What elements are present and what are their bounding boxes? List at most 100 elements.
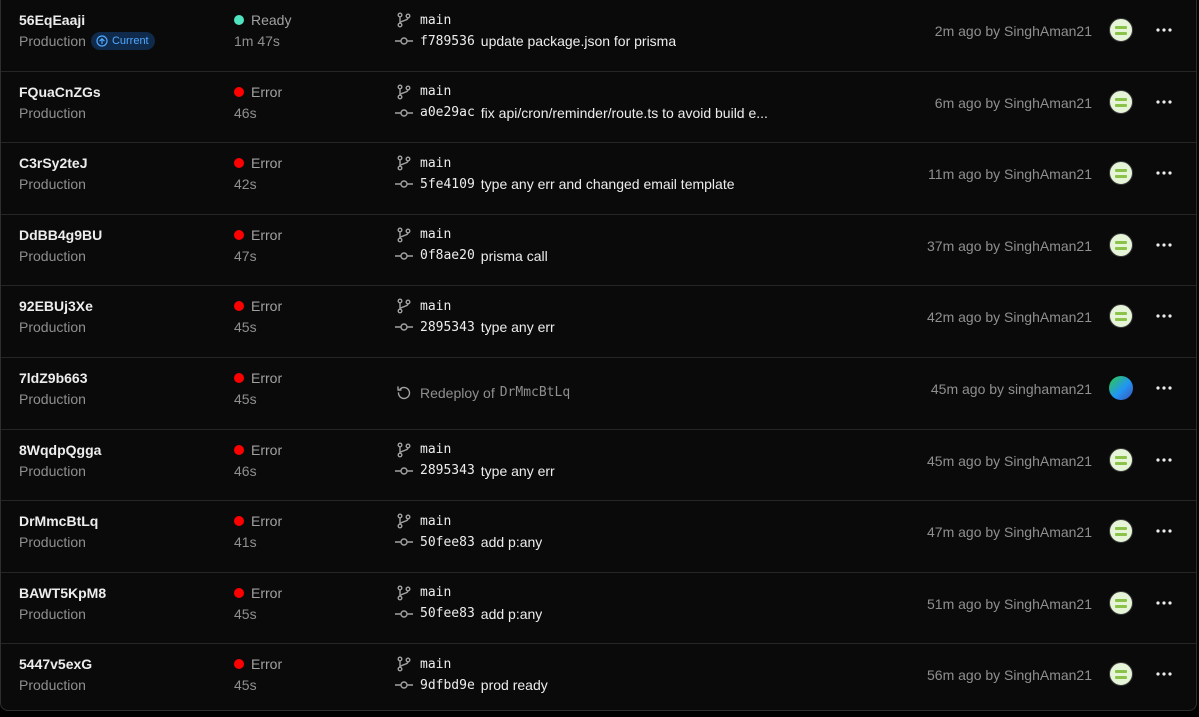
deployment-id[interactable]: DrMmcBtLq — [19, 513, 98, 529]
avatar[interactable] — [1109, 232, 1133, 257]
source-cell: main 50fee83 add p:any — [395, 585, 542, 623]
commit-message[interactable]: prisma call — [481, 248, 548, 264]
deployment-id[interactable]: BAWT5KpM8 — [19, 585, 106, 601]
deployment-row[interactable]: C3rSy2teJ Production Error 42s main 5fe4… — [1, 143, 1196, 215]
status-dot-icon — [234, 659, 244, 670]
deployment-id-cell: 92EBUj3Xe Production — [19, 298, 93, 336]
branch-name[interactable]: main — [420, 13, 451, 28]
branch-line: main — [395, 513, 542, 529]
deployment-row[interactable]: 8WqdpQgga Production Error 46s main 2895… — [1, 430, 1196, 502]
environment-label: Production — [19, 319, 86, 336]
commit-message[interactable]: update package.json for prisma — [481, 33, 676, 49]
created-by-label: 45m ago by SinghAman21 — [927, 452, 1092, 469]
commit-message[interactable]: add p:any — [481, 606, 543, 622]
status-dot-icon — [234, 301, 244, 312]
commit-message[interactable]: fix api/cron/reminder/route.ts to avoid … — [481, 105, 768, 121]
deployment-row[interactable]: 56EqEaaji Production Current Ready 1m 47… — [1, 0, 1196, 72]
commit-sha[interactable]: 50fee83 — [420, 535, 475, 550]
commit-message[interactable]: prod ready — [481, 677, 548, 693]
more-actions-button[interactable] — [1151, 233, 1177, 257]
more-actions-button[interactable] — [1151, 161, 1177, 185]
build-duration: 41s — [234, 534, 257, 551]
more-horizontal-icon — [1156, 672, 1172, 676]
commit-line: 5fe4109 type any err and changed email t… — [395, 175, 735, 193]
commit-sha[interactable]: f789536 — [420, 34, 475, 49]
deployment-row[interactable]: FQuaCnZGs Production Error 46s main a0e2… — [1, 72, 1196, 144]
more-actions-button[interactable] — [1151, 448, 1177, 472]
source-cell: main 0f8ae20 prisma call — [395, 227, 548, 265]
more-actions-button[interactable] — [1151, 519, 1177, 543]
git-branch-icon — [395, 585, 413, 601]
deployment-id[interactable]: 5447v5exG — [19, 656, 92, 672]
deployment-id[interactable]: C3rSy2teJ — [19, 155, 88, 171]
build-duration: 46s — [234, 104, 257, 121]
deployment-id[interactable]: 8WqdpQgga — [19, 442, 101, 458]
commit-line: 50fee83 add p:any — [395, 533, 542, 551]
environment-line: Production — [19, 175, 88, 193]
deployment-id[interactable]: 56EqEaaji — [19, 12, 155, 28]
avatar[interactable] — [1109, 375, 1133, 400]
status-line: Error — [234, 298, 282, 314]
avatar[interactable] — [1109, 662, 1133, 687]
commit-message[interactable]: type any err — [481, 319, 555, 335]
status-label: Ready — [251, 12, 292, 28]
commit-sha[interactable]: 0f8ae20 — [420, 248, 475, 263]
branch-name[interactable]: main — [420, 299, 451, 314]
deployment-id[interactable]: 92EBUj3Xe — [19, 298, 93, 314]
avatar[interactable] — [1109, 18, 1133, 42]
deployment-id-cell: 56EqEaaji Production Current — [19, 12, 155, 50]
avatar[interactable] — [1109, 519, 1133, 544]
deployment-row[interactable]: 7ldZ9b663 Production Error 45s Redeploy … — [1, 358, 1196, 430]
source-cell: main 5fe4109 type any err and changed em… — [395, 155, 735, 193]
avatar[interactable] — [1109, 161, 1133, 186]
commit-sha[interactable]: 5fe4109 — [420, 177, 475, 192]
branch-name[interactable]: main — [420, 156, 451, 171]
deployment-id-cell: BAWT5KpM8 Production — [19, 585, 106, 623]
created-by-label: 51m ago by SinghAman21 — [927, 595, 1092, 612]
avatar[interactable] — [1109, 447, 1133, 472]
avatar[interactable] — [1109, 590, 1133, 615]
environment-line: Production — [19, 247, 102, 265]
commit-message[interactable]: add p:any — [481, 534, 543, 550]
deployment-row[interactable]: DdBB4g9BU Production Error 47s main 0f8a… — [1, 215, 1196, 287]
deployment-id[interactable]: 7ldZ9b663 — [19, 370, 87, 386]
more-actions-button[interactable] — [1151, 90, 1177, 114]
more-horizontal-icon — [1156, 386, 1172, 390]
build-duration: 45s — [234, 319, 257, 336]
branch-name[interactable]: main — [420, 585, 451, 600]
branch-name[interactable]: main — [420, 227, 451, 242]
commit-sha[interactable]: 9dfbd9e — [420, 678, 475, 693]
commit-sha[interactable]: 2895343 — [420, 463, 475, 478]
avatar[interactable] — [1109, 89, 1133, 114]
git-branch-icon — [395, 155, 413, 171]
branch-name[interactable]: main — [420, 84, 451, 99]
more-actions-button[interactable] — [1151, 304, 1177, 328]
deployment-row[interactable]: DrMmcBtLq Production Error 41s main 50fe… — [1, 501, 1196, 573]
commit-sha[interactable]: a0e29ac — [420, 105, 475, 120]
commit-message[interactable]: type any err — [481, 463, 555, 479]
status-dot-icon — [234, 444, 244, 455]
deployment-id[interactable]: DdBB4g9BU — [19, 227, 102, 243]
more-actions-button[interactable] — [1151, 591, 1177, 615]
commit-line: a0e29ac fix api/cron/reminder/route.ts t… — [395, 104, 768, 122]
more-actions-button[interactable] — [1151, 662, 1177, 686]
redeploy-of-id[interactable]: DrMmcBtLq — [500, 385, 570, 400]
deployment-row[interactable]: 92EBUj3Xe Production Error 45s main 2895… — [1, 286, 1196, 358]
deployment-id[interactable]: FQuaCnZGs — [19, 84, 101, 100]
commit-sha[interactable]: 50fee83 — [420, 606, 475, 621]
avatar[interactable] — [1109, 304, 1133, 329]
more-actions-button[interactable] — [1151, 18, 1177, 42]
commit-line: 50fee83 add p:any — [395, 605, 542, 623]
status-cell: Error 46s — [234, 84, 282, 122]
branch-name[interactable]: main — [420, 657, 451, 672]
deployment-row[interactable]: 5447v5exG Production Error 45s main 9dfb… — [1, 644, 1196, 710]
status-line: Ready — [234, 12, 291, 28]
more-actions-button[interactable] — [1151, 376, 1177, 400]
environment-line: Production — [19, 104, 101, 122]
deployment-row[interactable]: BAWT5KpM8 Production Error 45s main 50fe… — [1, 573, 1196, 645]
branch-name[interactable]: main — [420, 442, 451, 457]
commit-sha[interactable]: 2895343 — [420, 320, 475, 335]
commit-message[interactable]: type any err and changed email template — [481, 176, 735, 192]
environment-label: Production — [19, 605, 86, 622]
branch-name[interactable]: main — [420, 514, 451, 529]
